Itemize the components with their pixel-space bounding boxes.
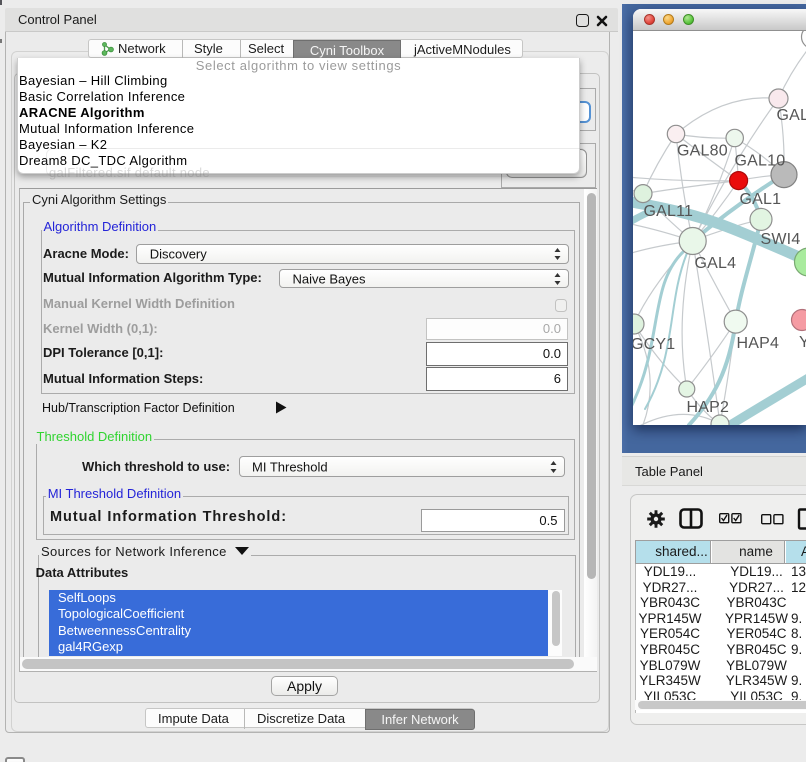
svg-text:GAL4: GAL4	[695, 255, 737, 272]
svg-text:GAL7: GAL7	[777, 107, 806, 124]
svg-text:SWI4: SWI4	[761, 231, 801, 248]
svg-text:GAL80: GAL80	[677, 143, 728, 160]
svg-text:GAL10: GAL10	[735, 153, 786, 170]
svg-text:GAL11: GAL11	[644, 203, 694, 220]
svg-text:GCY1: GCY1	[633, 336, 675, 353]
svg-text:Y: Y	[799, 334, 806, 351]
svg-text:HAP2: HAP2	[687, 399, 730, 416]
svg-text:GAL1: GAL1	[740, 191, 782, 208]
svg-text:HAP4: HAP4	[737, 335, 780, 352]
